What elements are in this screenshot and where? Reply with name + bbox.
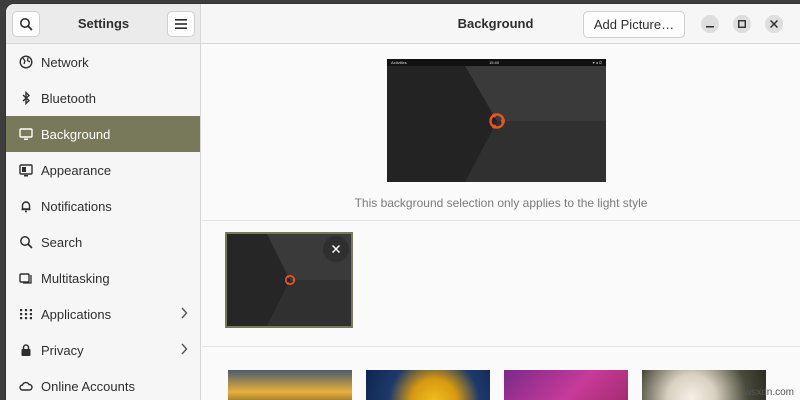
maximize-button[interactable] [733,15,751,33]
appearance-icon [18,162,34,178]
sidebar: Network Bluetooth Background Appearance … [6,44,201,400]
settings-window: Settings Background Add Picture… Network… [6,4,800,400]
wallpaper-thumbnail-selected[interactable] [225,232,353,328]
sidebar-item-label: Privacy [41,342,84,358]
sidebar-item-label: Appearance [41,162,112,178]
hamburger-menu-icon [175,19,187,29]
main-header: Background Add Picture… [201,4,800,44]
sidebar-item-label: Background [41,126,111,142]
custom-wallpapers-row [202,222,800,347]
preview-activities-label: Activities [391,60,407,65]
background-preview: Activities 15:40 ▾ ◂ ⏻ [387,59,606,182]
minimize-button[interactable] [701,15,719,33]
wallpaper-thumbnail-sunflower[interactable] [366,370,490,400]
network-globe-icon [18,54,34,70]
sidebar-item-label: Network [41,54,89,70]
add-picture-button[interactable]: Add Picture… [583,11,685,38]
close-window-button[interactable] [765,15,783,33]
remove-wallpaper-button[interactable] [323,236,349,262]
sidebar-item-label: Multitasking [41,270,110,286]
multitasking-icon [18,270,34,286]
preview-area: Activities 15:40 ▾ ◂ ⏻ This background s… [202,45,800,221]
chevron-right-icon [181,307,188,319]
close-icon [332,245,340,253]
search-icon [18,234,34,250]
bluetooth-icon [18,90,34,106]
sidebar-header: Settings [6,4,201,44]
maximize-icon [738,20,746,28]
sidebar-item-appearance[interactable]: Appearance [6,152,200,188]
watermark-text: wsxdn.com [743,387,794,398]
monitor-icon [18,126,34,142]
wallpaper-gallery [202,348,800,400]
sidebar-item-multitasking[interactable]: Multitasking [6,260,200,296]
wallpaper-thumbnail-sunset[interactable] [228,370,352,400]
preview-clock-label: 15:40 [489,60,500,65]
background-panel: Activities 15:40 ▾ ◂ ⏻ This background s… [202,45,800,400]
chevron-right-icon [181,343,188,355]
preview-wallpaper [387,59,606,182]
sidebar-item-search[interactable]: Search [6,224,200,260]
sidebar-item-online-accounts[interactable]: Online Accounts [6,368,200,400]
sidebar-item-background[interactable]: Background [6,116,200,152]
wallpaper-thumbnail-purple[interactable] [504,370,628,400]
preview-topbar: Activities 15:40 ▾ ◂ ⏻ [387,59,606,66]
sidebar-item-network[interactable]: Network [6,44,200,80]
preview-status-icons: ▾ ◂ ⏻ [592,60,602,65]
sidebar-item-label: Notifications [41,198,112,214]
style-hint-text: This background selection only applies t… [354,196,648,210]
sidebar-item-label: Bluetooth [41,90,96,106]
menu-button[interactable] [167,11,195,37]
grid-icon [18,306,34,322]
cloud-icon [18,378,34,394]
sidebar-item-bluetooth[interactable]: Bluetooth [6,80,200,116]
bell-icon [18,198,34,214]
close-icon [770,20,778,28]
sidebar-item-applications[interactable]: Applications [6,296,200,332]
sidebar-item-label: Search [41,234,83,250]
minimize-icon [706,26,714,28]
sidebar-item-label: Applications [41,306,112,322]
lock-icon [18,342,34,358]
sidebar-item-label: Online Accounts [41,378,135,394]
sidebar-item-notifications[interactable]: Notifications [6,188,200,224]
sidebar-item-privacy[interactable]: Privacy [6,332,200,368]
